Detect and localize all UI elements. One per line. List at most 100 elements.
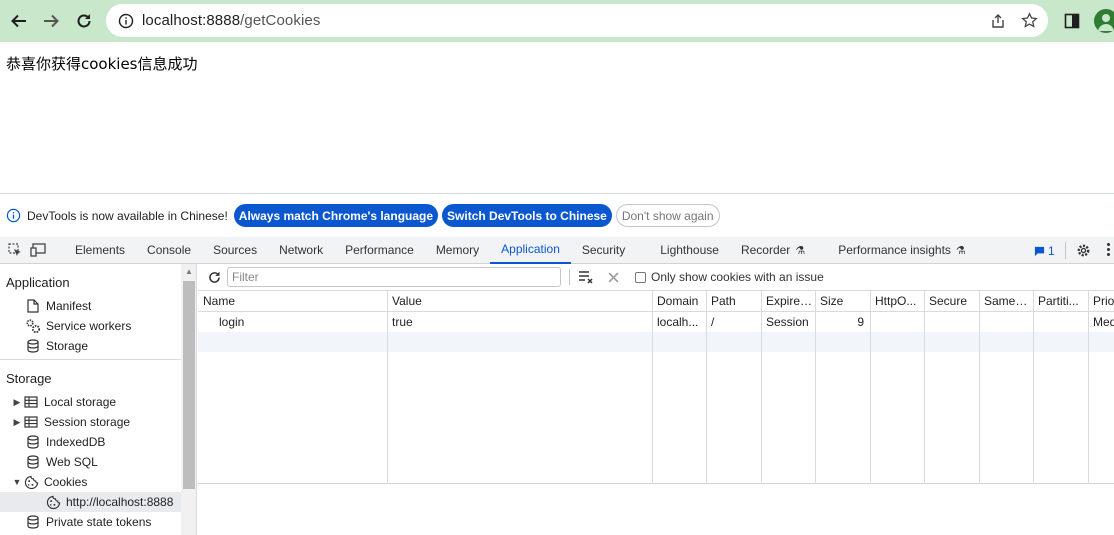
switch-to-chinese-button[interactable]: Switch DevTools to Chinese <box>442 204 612 227</box>
toolbar-divider <box>569 269 570 285</box>
section-storage-title: Storage <box>6 371 52 386</box>
flask-icon: ⚗ <box>955 244 966 257</box>
column-header-path[interactable]: Path <box>706 291 761 311</box>
sidebar-item-service-workers[interactable]: Service workers <box>0 316 181 336</box>
filter-input[interactable] <box>227 267 561 287</box>
back-button[interactable] <box>3 5 35 37</box>
tab-elements[interactable]: Elements <box>64 237 136 264</box>
cell-domain[interactable]: localh... <box>652 312 706 332</box>
cell-priority[interactable]: Med <box>1088 312 1114 332</box>
sidebar-item-label: http://localhost:8888 <box>66 495 174 509</box>
sidebar-item-local-storage[interactable]: ▶ Local storage <box>0 392 181 412</box>
column-header-size[interactable]: Size <box>815 291 870 311</box>
database-icon <box>24 339 42 353</box>
column-header-samesite[interactable]: SameS... <box>979 291 1033 311</box>
inspect-element-icon[interactable] <box>4 243 26 257</box>
language-infobar: DevTools is now available in Chinese! Al… <box>0 194 1114 237</box>
issues-count: 1 <box>1048 244 1055 258</box>
infobar-message: DevTools is now available in Chinese! <box>27 208 228 223</box>
tab-memory[interactable]: Memory <box>425 237 490 264</box>
cell-size[interactable]: 9 <box>815 312 870 332</box>
scrollbar-thumb[interactable] <box>183 281 195 489</box>
column-header-domain[interactable]: Domain <box>652 291 706 311</box>
sidebar-item-web-sql[interactable]: Web SQL <box>0 452 181 472</box>
match-language-button[interactable]: Always match Chrome's language <box>233 204 439 227</box>
column-header-name[interactable]: Name <box>198 291 387 311</box>
collapse-arrow-icon[interactable]: ▼ <box>12 477 22 487</box>
table-icon <box>22 416 40 428</box>
tab-performance-insights-label: Performance insights <box>838 243 951 257</box>
column-header-priority[interactable]: Prio <box>1088 291 1114 311</box>
expand-arrow-icon[interactable]: ▶ <box>12 397 22 408</box>
device-toolbar-icon[interactable] <box>26 243 50 257</box>
side-panel-icon[interactable] <box>1064 13 1080 29</box>
url-text[interactable]: localhost:8888/getCookies <box>142 12 320 29</box>
tab-recorder[interactable]: Recorder ⚗ <box>730 237 816 264</box>
message-icon <box>1034 246 1045 256</box>
refresh-icon[interactable] <box>207 270 222 285</box>
cell-httponly[interactable] <box>870 312 924 332</box>
sidebar-scrollbar[interactable]: ▲ <box>181 264 197 535</box>
back-arrow-icon <box>11 14 26 28</box>
column-header-secure[interactable]: Secure <box>924 291 979 311</box>
dont-show-again-button[interactable]: Don't show again <box>615 204 720 227</box>
tab-sources[interactable]: Sources <box>202 237 268 264</box>
column-header-expires[interactable]: Expires... <box>761 291 815 311</box>
tab-performance[interactable]: Performance <box>334 237 425 264</box>
address-bar[interactable]: localhost:8888/getCookies <box>106 4 1048 37</box>
forward-button[interactable] <box>35 5 67 37</box>
devtools-tabbar: Elements Console Sources Network Perform… <box>0 237 1114 264</box>
only-issues-checkbox[interactable] <box>635 271 646 283</box>
flask-icon: ⚗ <box>795 244 806 257</box>
person-icon <box>1098 14 1114 31</box>
issues-counter[interactable]: 1 <box>1034 244 1055 258</box>
share-icon[interactable] <box>990 13 1006 29</box>
column-header-httponly[interactable]: HttpO... <box>870 291 924 311</box>
cell-value[interactable]: true <box>387 312 652 332</box>
toolbar-right <box>1064 0 1114 42</box>
scroll-up-arrow-icon[interactable]: ▲ <box>185 267 193 276</box>
sidebar-item-label: Service workers <box>46 319 132 333</box>
sidebar-item-storage[interactable]: Storage <box>0 336 181 356</box>
tab-network[interactable]: Network <box>268 237 334 264</box>
tab-lighthouse[interactable]: Lighthouse <box>649 237 730 264</box>
column-header-partition[interactable]: Partiti... <box>1033 291 1088 311</box>
sidebar-item-cookies[interactable]: ▼ Cookies <box>0 472 181 492</box>
tab-performance-insights[interactable]: Performance insights ⚗ <box>816 237 977 264</box>
reload-button[interactable] <box>68 5 100 37</box>
settings-gear-icon[interactable] <box>1076 243 1091 258</box>
sidebar-item-indexeddb[interactable]: IndexedDB <box>0 432 181 452</box>
cell-name[interactable]: login <box>198 312 387 332</box>
gears-icon <box>24 318 42 334</box>
clear-filtered-cookies-icon[interactable] <box>578 270 594 284</box>
cell-path[interactable]: / <box>706 312 761 332</box>
tab-console[interactable]: Console <box>136 237 202 264</box>
cell-secure[interactable] <box>924 312 979 332</box>
site-info-icon[interactable] <box>118 13 134 29</box>
database-icon <box>24 515 42 529</box>
column-header-value[interactable]: Value <box>387 291 652 311</box>
sidebar-item-cookie-origin[interactable]: http://localhost:8888 <box>0 492 181 512</box>
cookies-panel: Only show cookies with an issue Name Val… <box>198 264 1114 535</box>
cell-partition[interactable] <box>1033 312 1088 332</box>
cell-expires[interactable]: Session <box>761 312 815 332</box>
sidebar-divider <box>0 359 181 360</box>
sidebar-item-session-storage[interactable]: ▶ Session storage <box>0 412 181 432</box>
expand-arrow-icon[interactable]: ▶ <box>12 417 22 428</box>
sidebar-item-label: Private state tokens <box>46 515 152 529</box>
document-icon <box>24 299 42 313</box>
cell-samesite[interactable] <box>979 312 1033 332</box>
delete-selected-icon[interactable] <box>608 272 619 283</box>
profile-avatar[interactable] <box>1094 9 1114 33</box>
devtools-panel: DevTools is now available in Chinese! Al… <box>0 193 1114 535</box>
cookie-icon <box>44 495 62 510</box>
tab-security[interactable]: Security <box>571 237 649 264</box>
bookmark-star-icon[interactable] <box>1021 12 1038 29</box>
sidebar-item-label: Local storage <box>44 395 117 409</box>
more-options-icon[interactable] <box>1107 243 1111 256</box>
sidebar-item-private-state-tokens[interactable]: Private state tokens <box>0 512 181 532</box>
url-host: localhost:8888 <box>142 12 241 29</box>
sidebar-item-label: Web SQL <box>46 455 98 469</box>
sidebar-item-manifest[interactable]: Manifest <box>0 296 181 316</box>
tab-application[interactable]: Application <box>490 237 571 264</box>
